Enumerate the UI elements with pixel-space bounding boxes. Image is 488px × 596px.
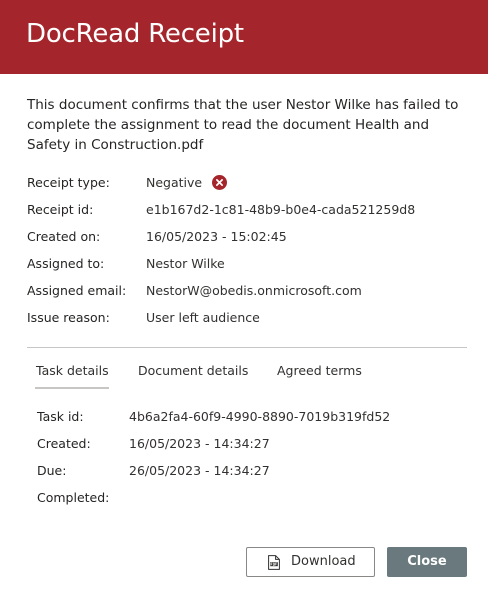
dialog-header: DocRead Receipt <box>0 0 488 74</box>
issue-reason-value: User left audience <box>146 310 260 325</box>
receipt-id-value: e1b167d2-1c81-48b9-b0e4-cada521259d8 <box>146 202 416 217</box>
assigned-email-value: NestorW@obedis.onmicrosoft.com <box>146 283 362 298</box>
section-divider <box>27 347 467 348</box>
task-completed-label: Completed: <box>37 490 110 505</box>
selected-tab-indicator <box>35 387 109 389</box>
download-button-label: Download <box>291 554 356 569</box>
tab-agreed-terms[interactable]: Agreed terms <box>277 361 362 381</box>
assigned-email-label: Assigned email: <box>27 283 127 298</box>
task-created-label: Created: <box>37 436 91 451</box>
task-id-value: 4b6a2fa4-60f9-4990-8890-7019b319fd52 <box>129 409 391 424</box>
receipt-id-label: Receipt id: <box>27 202 94 217</box>
tab-document-details[interactable]: Document details <box>138 361 248 381</box>
tab-task-details[interactable]: Task details <box>36 361 109 381</box>
error-circle-icon <box>212 175 227 190</box>
pdf-document-icon <box>268 555 280 570</box>
download-button[interactable]: Download <box>246 547 375 577</box>
task-due-value: 26/05/2023 - 14:34:27 <box>129 463 270 478</box>
task-created-value: 16/05/2023 - 14:34:27 <box>129 436 270 451</box>
close-button-label: Close <box>407 554 447 569</box>
intro-text: This document confirms that the user Nes… <box>27 97 459 153</box>
task-id-label: Task id: <box>37 409 84 424</box>
assigned-to-value: Nestor Wilke <box>146 256 225 271</box>
assigned-to-label: Assigned to: <box>27 256 105 271</box>
created-on-label: Created on: <box>27 229 101 244</box>
task-due-label: Due: <box>37 463 67 478</box>
close-button[interactable]: Close <box>387 547 467 577</box>
dialog-title: DocRead Receipt <box>26 19 244 49</box>
receipt-type-value: Negative <box>146 175 203 190</box>
receipt-type-label: Receipt type: <box>27 175 110 190</box>
issue-reason-label: Issue reason: <box>27 310 110 325</box>
created-on-value: 16/05/2023 - 15:02:45 <box>146 229 287 244</box>
